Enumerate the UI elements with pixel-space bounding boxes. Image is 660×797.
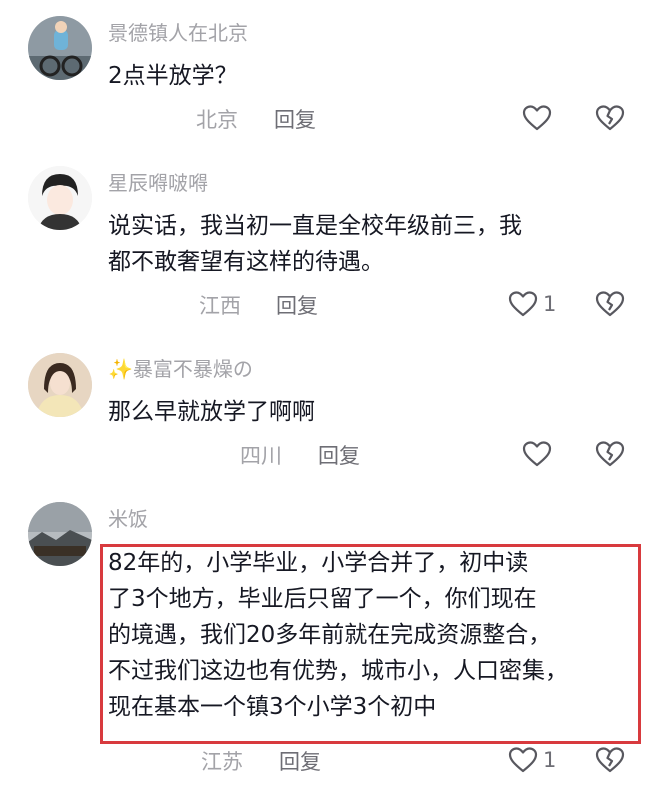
heart-outline-icon (508, 747, 538, 773)
like-count: 1 (543, 748, 557, 772)
username[interactable]: 星辰嘚啵嘚 (108, 170, 208, 196)
heart-outline-icon (522, 105, 552, 131)
location: 四川 (240, 444, 282, 468)
reply-button[interactable]: 回复 (276, 292, 318, 320)
comment-text: 说实话，我当初一直是全校年级前三，我 都不敢奢望有这样的待遇。 (108, 208, 522, 280)
username[interactable]: ✨暴富不暴燥の (108, 356, 253, 382)
comment-line: 2点半放学？ (108, 63, 238, 89)
heart-outline-icon (508, 291, 538, 317)
username[interactable]: 景德镇人在北京 (108, 20, 248, 46)
like-button[interactable]: 1 (507, 288, 556, 320)
dislike-button[interactable] (594, 288, 626, 320)
reply-button[interactable]: 回复 (279, 748, 321, 776)
avatar[interactable] (28, 16, 92, 80)
comment-text: 那么早就放学了啊啊 (108, 394, 315, 430)
like-button[interactable]: 1 (507, 744, 556, 776)
avatar[interactable] (28, 502, 92, 566)
comment-text: 2点半放学？ (108, 58, 238, 94)
reply-button[interactable]: 回复 (318, 442, 360, 470)
like-button[interactable] (521, 102, 557, 134)
dislike-button[interactable] (594, 102, 626, 134)
username[interactable]: 米饭 (108, 506, 148, 532)
reply-button[interactable]: 回复 (274, 106, 316, 134)
location: 江西 (199, 294, 241, 318)
broken-heart-icon (595, 747, 625, 773)
heart-outline-icon (522, 441, 552, 467)
like-count: 1 (543, 292, 557, 316)
location: 北京 (196, 108, 238, 132)
like-button[interactable] (521, 438, 557, 470)
broken-heart-icon (595, 441, 625, 467)
broken-heart-icon (595, 105, 625, 131)
avatar[interactable] (28, 353, 92, 417)
comment-line: 说实话，我当初一直是全校年级前三，我 (108, 213, 522, 239)
location: 江苏 (201, 750, 243, 774)
dislike-button[interactable] (594, 744, 626, 776)
dislike-button[interactable] (594, 438, 626, 470)
broken-heart-icon (595, 291, 625, 317)
comment-line: 都不敢奢望有这样的待遇。 (108, 249, 384, 275)
highlight-box (100, 544, 641, 744)
comment-line: 那么早就放学了啊啊 (108, 399, 315, 425)
avatar[interactable] (28, 166, 92, 230)
